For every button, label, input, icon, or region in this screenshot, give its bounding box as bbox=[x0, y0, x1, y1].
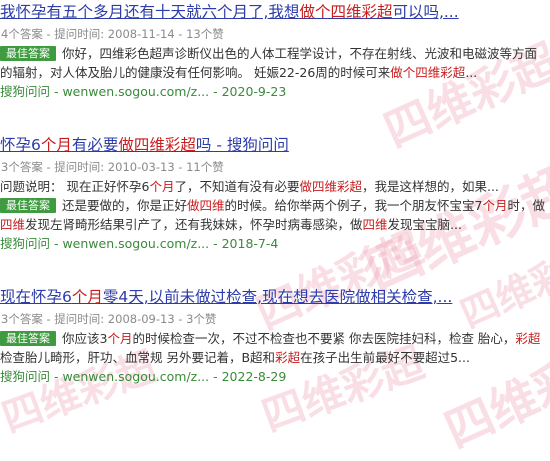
question-highlight: 个月 bbox=[149, 179, 175, 194]
answer-highlight: 四维 bbox=[362, 217, 388, 232]
result-title-link[interactable]: 怀孕6个月有必要做四维彩超吗 - 搜狗问问 bbox=[0, 133, 550, 157]
best-answer: 最佳答案 你应该3个月的时候检查一次，不过不检查也不要紧 你去医院挂妇科，检查 胎… bbox=[0, 329, 548, 367]
question-description: 问题说明： 现在正好怀孕6个月了，不知道有没有必要做四维彩超，我是这样想的，如果… bbox=[0, 177, 550, 196]
title-highlight: 做四维彩超 bbox=[118, 136, 196, 154]
answer-text: 在孩子出生前最好不要超过5... bbox=[300, 350, 470, 365]
answer-text: 检查胎儿畸形，肝功、血常规 另外要记着，B超和 bbox=[0, 350, 276, 365]
title-text: 怀孕6 bbox=[0, 136, 41, 154]
question-text: 问题说明： 现在正好怀孕6 bbox=[0, 179, 150, 194]
search-result: 怀孕6个月有必要做四维彩超吗 - 搜狗问问 3个答案 - 提问时间: 2010-… bbox=[0, 133, 550, 254]
best-answer-badge: 最佳答案 bbox=[0, 331, 56, 346]
search-result: 现在怀孕6个月零4天,以前未做过检查,现在想去医院做相关检查,... 3个答案 … bbox=[0, 285, 550, 387]
title-text: 零4天,以前未做过检查,现在想去医院做相关检查,... bbox=[102, 288, 453, 306]
result-source: 搜狗问问 - wenwen.sogou.com/z... - 2020-9-23 bbox=[0, 82, 550, 102]
best-answer: 最佳答案 你好，四维彩色超声诊断仪出色的人体工程学设计，不存在射线、光波和电磁波等… bbox=[0, 44, 548, 82]
question-text: 了，不知道有没有必要 bbox=[174, 179, 300, 194]
answer-highlight: 做四维 bbox=[187, 198, 225, 213]
source-link[interactable]: 搜狗问问 - wenwen.sogou.com/z... - 2018-7-4 bbox=[0, 236, 278, 251]
result-title-link[interactable]: 我怀孕有五个多月还有十天就六个月了,我想做个四维彩超可以吗,... bbox=[0, 0, 550, 24]
title-highlight: 个月 bbox=[71, 288, 103, 306]
search-result: 我怀孕有五个多月还有十天就六个月了,我想做个四维彩超可以吗,... 4个答案 -… bbox=[0, 0, 550, 102]
source-link[interactable]: 搜狗问问 - wenwen.sogou.com/z... - 2022-8-29 bbox=[0, 369, 286, 384]
answer-highlight: 个月 bbox=[482, 198, 508, 213]
result-meta: 3个答案 - 提问时间: 2008-09-13 - 3个赞 bbox=[1, 312, 217, 326]
answer-highlight: 做个四维彩超 bbox=[390, 65, 466, 80]
result-title-link[interactable]: 现在怀孕6个月零4天,以前未做过检查,现在想去医院做相关检查,... bbox=[0, 285, 550, 309]
answer-text: 发现宝宝脑... bbox=[387, 217, 462, 232]
answer-text: 时，做 bbox=[507, 198, 546, 213]
answer-text: 发现左肾畸形结果引产了，还有我妹妹，怀孕时病毒感染，做 bbox=[25, 217, 363, 232]
result-meta: 4个答案 - 提问时间: 2008-11-14 - 13个赞 bbox=[1, 27, 224, 41]
source-link[interactable]: 搜狗问问 - wenwen.sogou.com/z... - 2020-9-23 bbox=[0, 84, 286, 99]
answer-highlight: 个月 bbox=[107, 331, 133, 346]
question-text: ，我是这样想的，如果... bbox=[361, 179, 499, 194]
result-source: 搜狗问问 - wenwen.sogou.com/z... - 2022-8-29 bbox=[0, 367, 550, 387]
result-meta: 3个答案 - 提问时间: 2010-03-13 - 11个赞 bbox=[1, 160, 224, 174]
answer-highlight: 彩超 bbox=[275, 350, 301, 365]
result-source: 搜狗问问 - wenwen.sogou.com/z... - 2018-7-4 bbox=[0, 234, 550, 254]
title-highlight: 做个四维彩超 bbox=[299, 3, 393, 21]
title-highlight: 个月 bbox=[40, 136, 72, 154]
best-answer-badge: 最佳答案 bbox=[0, 46, 56, 61]
answer-text: 的时候检查一次，不过不检查也不要紧 你去医院挂妇科，检查 胎心， bbox=[132, 331, 516, 346]
title-text: 可以吗,... bbox=[392, 3, 459, 21]
best-answer-badge: 最佳答案 bbox=[0, 198, 56, 213]
answer-highlight: 四维 bbox=[0, 217, 26, 232]
title-text: 现在怀孕6 bbox=[0, 288, 72, 306]
title-text: 有必要 bbox=[71, 136, 119, 154]
answer-highlight: 彩超 bbox=[515, 331, 541, 346]
answer-text: ... bbox=[465, 65, 478, 80]
answer-text: 还是要做的，你是正好 bbox=[62, 198, 188, 213]
question-highlight: 做四维彩超 bbox=[299, 179, 362, 194]
answer-text: 你应该3 bbox=[62, 331, 108, 346]
title-text: 我怀孕有五个多月还有十天就六个月了,我想 bbox=[0, 3, 300, 21]
title-text: 吗 - 搜狗问问 bbox=[195, 136, 289, 154]
best-answer: 最佳答案 还是要做的，你是正好做四维的时候。给你举两个例子，我一个朋友怀宝宝7个月… bbox=[0, 196, 548, 234]
answer-text: 的时候。给你举两个例子，我一个朋友怀宝宝7 bbox=[224, 198, 483, 213]
